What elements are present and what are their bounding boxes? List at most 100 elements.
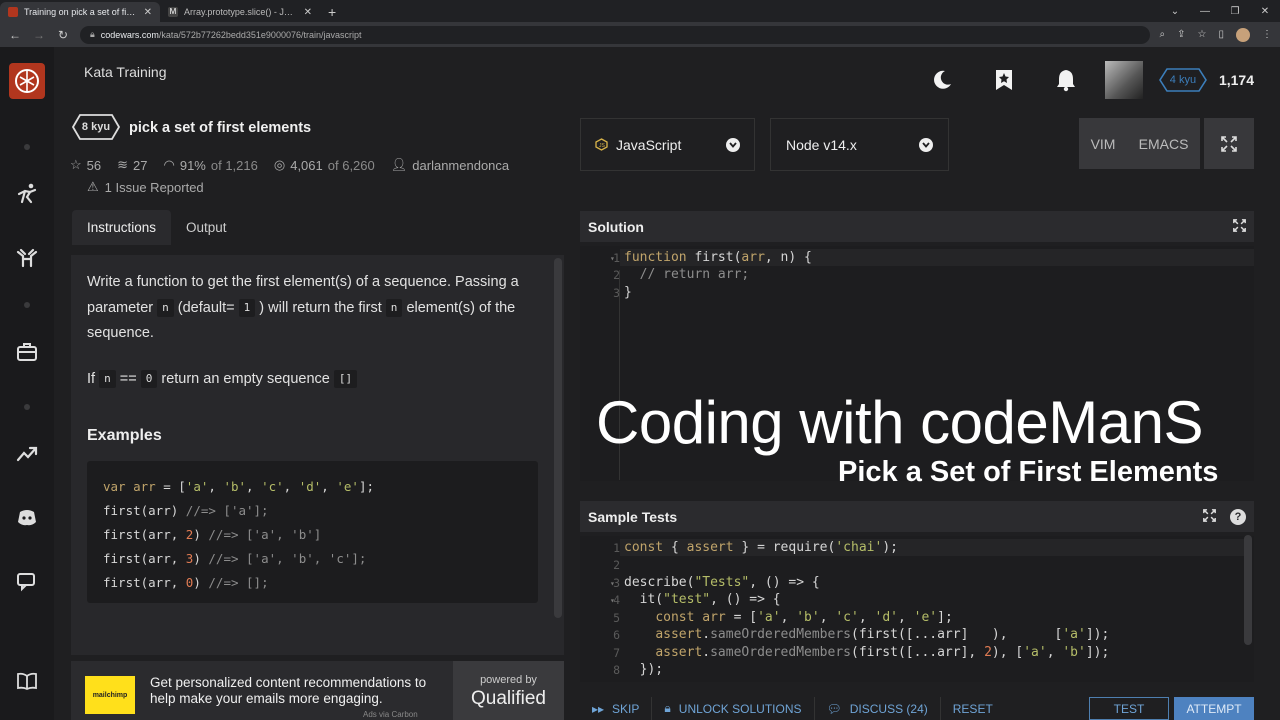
emacs-mode-button[interactable]: EMACS — [1139, 136, 1189, 152]
author-link[interactable]: 👤︎ darlanmendonca — [391, 157, 509, 173]
training-nav-icon[interactable] — [15, 182, 39, 206]
code-line: describe("Tests", () => { — [624, 575, 820, 590]
skip-button[interactable]: ▸▸ SKIP — [580, 697, 651, 720]
codewars-logo-icon[interactable] — [9, 63, 45, 99]
practice-nav-icon[interactable] — [15, 246, 39, 270]
kata-title: pick a set of first elements — [129, 120, 312, 136]
bookmark-star-icon[interactable]: ☆ — [1198, 29, 1207, 40]
tests-scrollbar[interactable] — [1244, 535, 1252, 645]
expand-icon[interactable] — [1203, 508, 1216, 525]
satisfaction-stat: ◠ 91% of 1,216 — [163, 157, 258, 173]
sidebar-icon[interactable]: ▯ — [1218, 29, 1224, 40]
keybinding-mode-group: VIM EMACS — [1079, 118, 1200, 169]
tab-title: Array.prototype.slice() - JavaScrip — [184, 7, 298, 17]
lock-icon: 🔒︎ — [664, 701, 671, 715]
expand-icon[interactable] — [1233, 218, 1246, 235]
test-button[interactable]: TEST — [1089, 697, 1169, 720]
qualified-logo: Qualified — [471, 688, 546, 709]
discuss-button[interactable]: 💬︎ DISCUSS (24) — [815, 697, 940, 720]
warning-icon: ⚠ — [87, 179, 99, 194]
fullscreen-button[interactable] — [1204, 118, 1254, 169]
restore-icon[interactable]: ❐ — [1220, 6, 1250, 17]
back-icon[interactable]: ← — [8, 28, 22, 42]
line-number: 6 — [613, 628, 620, 642]
docs-book-icon[interactable] — [15, 669, 39, 693]
leaderboard-trend-icon[interactable] — [15, 442, 39, 466]
zoom-icon[interactable]: ⌕ — [1160, 29, 1166, 40]
attempt-button[interactable]: ATTEMPT — [1174, 697, 1254, 720]
code-line: }); — [624, 662, 664, 677]
stars-stat[interactable]: ☆ 56 — [70, 157, 101, 173]
lock-icon: 🔒︎ — [90, 29, 95, 39]
vim-mode-button[interactable]: VIM — [1091, 136, 1116, 152]
nav-separator-dot — [24, 144, 30, 150]
code-line: } — [624, 285, 632, 300]
close-tab-icon[interactable]: ✕ — [144, 7, 152, 18]
tab-instructions[interactable]: Instructions — [72, 210, 172, 245]
help-icon[interactable]: ? — [1230, 508, 1246, 525]
collections-stat[interactable]: ≋ 27 — [117, 157, 147, 173]
fold-arrow-icon[interactable]: ▾ — [610, 254, 615, 263]
unlock-solutions-button[interactable]: 🔒︎ UNLOCK SOLUTIONS — [652, 697, 813, 720]
instructions-paragraph: Write a function to get the first elemen… — [87, 274, 519, 341]
instructions-scrollbar[interactable] — [554, 258, 562, 618]
honor-score: 1,174 — [1218, 72, 1254, 88]
reset-button[interactable]: RESET — [941, 697, 1005, 720]
new-tab-button[interactable]: + — [320, 2, 344, 22]
powered-by-box[interactable]: powered by Qualified — [453, 661, 564, 720]
discord-icon[interactable] — [15, 506, 39, 530]
carbon-ad[interactable]: mailchimp Get personalized content recom… — [71, 661, 564, 720]
ads-via-text[interactable]: Ads via Carbon — [363, 710, 418, 719]
expand-icon — [1221, 135, 1237, 152]
close-window-icon[interactable]: ✕ — [1250, 6, 1280, 17]
tab-output[interactable]: Output — [171, 210, 242, 245]
solution-title: Solution — [588, 218, 644, 235]
notifications-button[interactable] — [1035, 62, 1097, 98]
inline-code: 1 — [238, 298, 256, 317]
theme-toggle-button[interactable] — [911, 62, 973, 98]
browser-tab-codewars[interactable]: Training on pick a set of first elem ✕ — [0, 2, 160, 22]
solution-header: Solution — [580, 211, 1254, 242]
kata-stats: ☆ 56 ≋ 27 ◠ 91% of 1,216 ◎ 4,061 of 6,260 👤︎ da… — [70, 157, 521, 173]
language-select[interactable]: JS JavaScript — [580, 118, 755, 171]
sample-tests-editor[interactable]: 1 const { assert } = require('chai'); 2 … — [580, 536, 1254, 682]
bookmarks-button[interactable] — [973, 62, 1035, 98]
code-line: assert.sameOrderedMembers(first([...arr]… — [655, 645, 1110, 660]
header-toolbar: 4 kyu 1,174 — [911, 61, 1254, 99]
fold-arrow-icon[interactable]: ▾ — [610, 596, 615, 605]
briefcase-icon[interactable] — [15, 340, 39, 364]
address-bar-row: ← → ↻ 🔒︎ codewars.com/kata/572b77262bedd… — [0, 22, 1280, 47]
share-icon[interactable]: ⇪ — [1177, 29, 1185, 40]
powered-by-label: powered by — [480, 674, 537, 686]
user-avatar[interactable] — [1104, 61, 1143, 99]
window-controls: ⌄ — ❐ ✕ — [1160, 0, 1280, 22]
url-domain: codewars.com — [100, 29, 159, 40]
rank-badge: 4 kyu — [1159, 68, 1207, 92]
fold-arrow-icon[interactable]: ▾ — [610, 579, 615, 588]
close-tab-icon[interactable]: ✕ — [304, 7, 312, 18]
line-number: 7 — [613, 646, 620, 660]
tab-search-icon[interactable]: ⌄ — [1160, 6, 1190, 17]
examples-code-block: var arr = ['a', 'b', 'c', 'd', 'e']; fir… — [87, 461, 538, 603]
nav-separator-dot — [24, 302, 30, 308]
mailchimp-logo: mailchimp — [85, 676, 135, 714]
menu-icon[interactable]: ⋮ — [1262, 29, 1272, 40]
reload-icon[interactable]: ↻ — [56, 28, 70, 42]
url-field[interactable]: 🔒︎ codewars.com/kata/572b77262bedd351e90… — [80, 25, 1150, 44]
line-number: 1 — [613, 541, 620, 555]
ad-text[interactable]: Get personalized content recommendations… — [150, 675, 450, 707]
inline-code: n — [385, 298, 403, 317]
browser-tab-mdn[interactable]: M Array.prototype.slice() - JavaScrip ✕ — [160, 2, 320, 22]
chat-icon[interactable] — [15, 570, 39, 594]
instructions-text: Write a function to get the first elemen… — [87, 270, 547, 392]
minimize-icon[interactable]: — — [1190, 6, 1220, 17]
chevron-down-icon — [726, 137, 740, 152]
profile-avatar[interactable] — [1236, 27, 1250, 42]
forward-icon[interactable]: → — [32, 28, 46, 42]
language-value: JavaScript — [616, 136, 682, 153]
codewars-favicon-icon — [8, 7, 18, 17]
issues-link[interactable]: ⚠ 1 Issue Reported — [87, 179, 204, 195]
version-select[interactable]: Node v14.x — [770, 118, 949, 171]
instructions-paragraph: If n == 0 return an empty sequence [] — [87, 367, 547, 393]
bell-icon — [1056, 70, 1075, 92]
